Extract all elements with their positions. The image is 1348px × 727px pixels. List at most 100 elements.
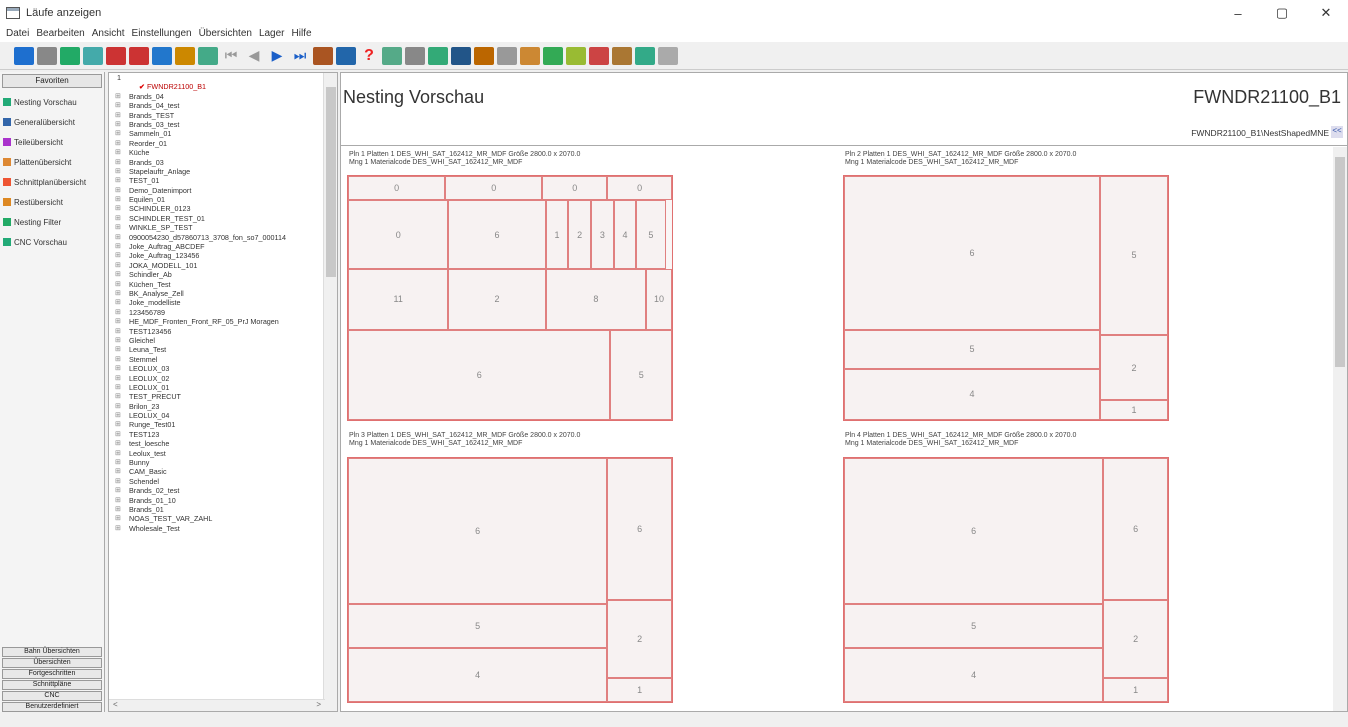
paint-icon[interactable] [313,47,333,65]
tree-item[interactable]: Brands_TEST [109,111,337,121]
nested-part[interactable]: 0 [348,176,446,201]
nested-part[interactable]: 5 [348,604,608,649]
nested-part[interactable]: 6 [844,458,1104,605]
nested-part[interactable]: 4 [613,200,637,269]
nested-part[interactable]: 2 [1103,599,1168,678]
nest-icon[interactable] [589,47,609,65]
sidebar-group-button[interactable]: Übersichten [2,658,102,668]
nested-part[interactable]: 6 [1103,458,1168,600]
tree-item[interactable]: BK_Analyse_Zell [109,289,337,299]
tree-item[interactable]: Stapelauftr_Anlage [109,167,337,177]
list-icon[interactable] [37,47,57,65]
upload-icon[interactable] [543,47,563,65]
tree-item[interactable]: Brands_03 [109,158,337,168]
nested-part[interactable]: 1 [545,200,569,269]
tree-item[interactable]: TEST_01 [109,176,337,186]
nested-part[interactable]: 6 [348,329,611,420]
tree-item[interactable]: Wholesale_Test [109,524,337,534]
nested-part[interactable]: 4 [348,648,608,702]
scroll-right-arrow-icon[interactable]: > [316,700,321,711]
nested-part[interactable]: 0 [542,176,608,201]
tree-item[interactable]: test_loesche [109,439,337,449]
nested-part[interactable]: 0 [348,200,449,269]
nested-part[interactable]: 2 [607,599,672,678]
page-icon[interactable] [405,47,425,65]
nested-part[interactable]: 5 [1099,176,1168,335]
tree-item[interactable]: Schindler_Ab [109,270,337,280]
tree-item[interactable]: Gleichel [109,336,337,346]
tools-icon[interactable] [60,47,80,65]
boards-icon[interactable] [520,47,540,65]
nested-part[interactable]: 1 [1103,677,1168,702]
tree-item[interactable]: 123456789 [109,308,337,318]
tree-item[interactable]: Küche [109,148,337,158]
nested-part[interactable]: 8 [545,268,647,330]
nested-part[interactable]: 5 [610,329,672,420]
nested-part[interactable]: 0 [445,176,543,201]
tree-item[interactable]: Stemmel [109,355,337,365]
tree-item[interactable]: Joke_Auftrag_123456 [109,251,337,261]
nested-part[interactable]: 6 [448,200,546,269]
sidebar-group-button[interactable]: Benutzerdefiniert [2,702,102,712]
menu-ansicht[interactable]: Ansicht [92,26,125,42]
tree-root[interactable]: 1 [109,73,337,82]
tree-item[interactable]: TEST123456 [109,327,337,337]
tree-item[interactable]: Joke_modelliste [109,298,337,308]
nested-part[interactable]: 10 [646,268,672,330]
tree-item[interactable]: WINKLE_SP_TEST [109,223,337,233]
import-icon[interactable] [106,47,126,65]
nested-part[interactable]: 1 [1099,400,1168,420]
exit-icon[interactable] [14,47,34,65]
tree-item[interactable]: Reorder_01 [109,139,337,149]
layout-icon[interactable] [497,47,517,65]
sidebar-item-1[interactable]: Generalübersicht [0,112,104,132]
sidebar-item-2[interactable]: Teileübersicht [0,132,104,152]
nesting-plate[interactable]: 665241 [347,457,673,703]
sidebar-item-6[interactable]: Nesting Filter [0,212,104,232]
scroll-left-arrow-icon[interactable]: < [113,700,118,711]
tree-item[interactable]: Leuna_Test [109,345,337,355]
tree-item[interactable]: Demo_Datenimport [109,186,337,196]
sidebar-item-7[interactable]: CNC Vorschau [0,232,104,252]
menu-einstellungen[interactable]: Einstellungen [132,26,192,42]
search-icon[interactable] [152,47,172,65]
tree-item[interactable]: CAM_Basic [109,467,337,477]
monitor-icon[interactable] [382,47,402,65]
sidebar-item-5[interactable]: Restübersicht [0,192,104,212]
tree-scroll-thumb[interactable] [326,87,336,277]
tree-item[interactable]: LEOLUX_01 [109,383,337,393]
tree-item[interactable]: LEOLUX_04 [109,411,337,421]
first-icon[interactable]: ⏮ [221,47,241,65]
nested-part[interactable]: 3 [591,200,614,269]
nested-part[interactable]: 6 [348,458,608,605]
chart-icon[interactable] [451,47,471,65]
tree-item[interactable]: Bunny [109,458,337,468]
tree-item[interactable]: Brands_04 [109,92,337,102]
nested-part[interactable]: 4 [844,368,1100,420]
preview-scroll-thumb[interactable] [1335,157,1345,367]
nested-part[interactable]: 2 [1099,334,1168,401]
tree-item[interactable]: Brands_02_test [109,486,337,496]
nesting-plate[interactable]: 655241 [843,175,1169,421]
close-button[interactable]: ✕ [1304,0,1348,26]
cut2-icon[interactable] [658,47,678,65]
parts-icon[interactable] [612,47,632,65]
minimize-button[interactable]: – [1216,0,1260,26]
sidebar-item-4[interactable]: Schnittplanübersicht [0,172,104,192]
tree-item[interactable]: JOKA_MODELL_101 [109,261,337,271]
tree-item[interactable]: LEOLUX_02 [109,374,337,384]
menu-datei[interactable]: Datei [6,26,29,42]
menu-bearbeiten[interactable]: Bearbeiten [36,26,84,42]
label-icon[interactable] [428,47,448,65]
preview-vertical-scrollbar[interactable] [1333,147,1347,711]
play-icon[interactable]: ▶ [267,47,287,65]
tree-item[interactable]: HE_MDF_Fronten_Front_RF_05_PrJ Moragen [109,317,337,327]
menu-lager[interactable]: Lager [259,26,285,42]
nested-part[interactable]: 2 [568,200,591,269]
edit-icon[interactable] [198,47,218,65]
tree-item[interactable]: 0900054230_d57860713_3708_fon_so7_000114 [109,233,337,243]
tree-horizontal-scrollbar[interactable]: < > [109,699,325,711]
nested-part[interactable]: 11 [348,268,449,330]
tree-item[interactable]: TEST123 [109,430,337,440]
cut-icon[interactable] [129,47,149,65]
